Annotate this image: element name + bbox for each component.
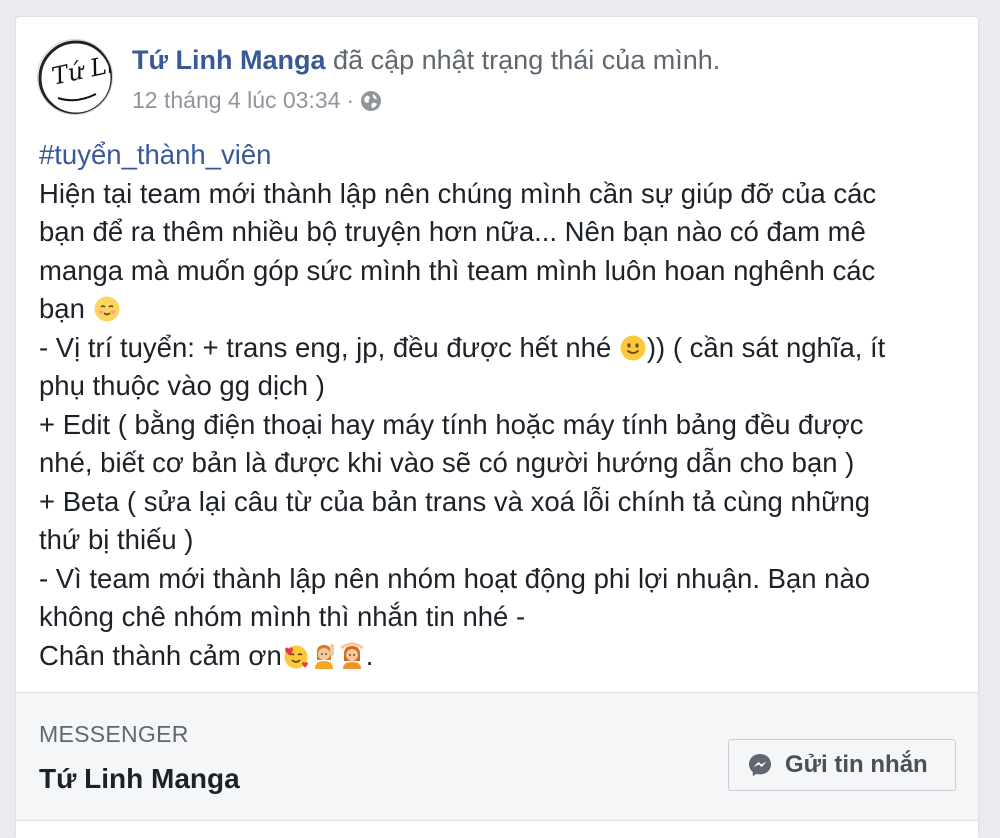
hashtag-link[interactable]: #tuyển_thành_viên	[39, 139, 271, 170]
post-line: - Vị trí tuyển: + trans eng, jp, đều đượ…	[39, 329, 969, 368]
post-meta: 12 tháng 4 lúc 03:34 ·	[132, 85, 382, 115]
post-line: Chân thành cảm ơn.	[39, 637, 969, 676]
post-action-text: đã cập nhật trạng thái của mình.	[325, 45, 721, 75]
meta-separator: ·	[346, 87, 355, 113]
person-gesturing-ok-emoji	[338, 642, 366, 670]
messenger-icon	[747, 752, 773, 778]
post-message: #tuyển_thành_viên Hiện tại team mới thàn…	[39, 136, 969, 675]
post-line: không chê nhóm mình thì nhắn tin nhé -	[39, 601, 526, 632]
post-line: bạn để ra thêm nhiều bộ truyện hơn nữa..…	[39, 216, 866, 247]
post-timestamp[interactable]: 12 tháng 4 lúc 03:34	[132, 85, 340, 115]
footer-bottom-area	[16, 821, 978, 838]
post-line: - Vì team mới thành lập nên nhóm hoạt độ…	[39, 562, 871, 594]
post-line: nhé, biết cơ bản là được khi vào sẽ có n…	[39, 447, 855, 478]
post-line: bạn	[39, 290, 969, 329]
post-line: Hiện tại team mới thành lập nên chúng mì…	[39, 177, 877, 209]
post-card: Tứ Linh Tứ Linh Manga đã cập nhật trạng …	[15, 16, 979, 838]
post-header: Tứ Linh Manga đã cập nhật trạng thái của…	[132, 43, 720, 77]
send-message-label: Gửi tin nhắn	[785, 751, 928, 778]
post-line-text: - Vị trí tuyển: + trans eng, jp, đều đượ…	[39, 331, 619, 363]
blushing-face-emoji	[93, 295, 121, 323]
post-line-text: )) ( cần sát nghĩa, ít	[646, 331, 886, 363]
post-line: manga mà muốn góp sức mình thì team mình…	[39, 254, 876, 286]
author-name-link[interactable]: Tứ Linh Manga	[132, 45, 326, 75]
post-line: thứ bị thiếu )	[39, 524, 194, 555]
send-message-button[interactable]: Gửi tin nhắn	[728, 739, 956, 791]
slightly-smiling-face-emoji	[619, 334, 647, 362]
post-line: + Beta ( sửa lại câu từ của bản trans và…	[39, 485, 871, 517]
post-line: phụ thuộc vào gg dịch )	[39, 370, 325, 401]
messenger-footer: MESSENGER Tứ Linh Manga Gửi tin nhắn	[16, 692, 978, 838]
post-line: + Edit ( bằng điện thoại hay máy tính ho…	[39, 408, 864, 440]
post-line-text: Chân thành cảm ơn	[39, 639, 282, 671]
page-avatar[interactable]: Tứ Linh	[37, 39, 113, 115]
messenger-page-name: Tứ Linh Manga	[39, 763, 240, 794]
post-line-text: .	[365, 639, 374, 671]
smiling-face-with-hearts-emoji	[282, 642, 310, 670]
person-raising-hand-emoji	[310, 642, 338, 670]
messenger-section-label: MESSENGER	[39, 721, 189, 747]
globe-icon[interactable]	[360, 89, 382, 111]
post-line-text: bạn	[39, 293, 93, 324]
